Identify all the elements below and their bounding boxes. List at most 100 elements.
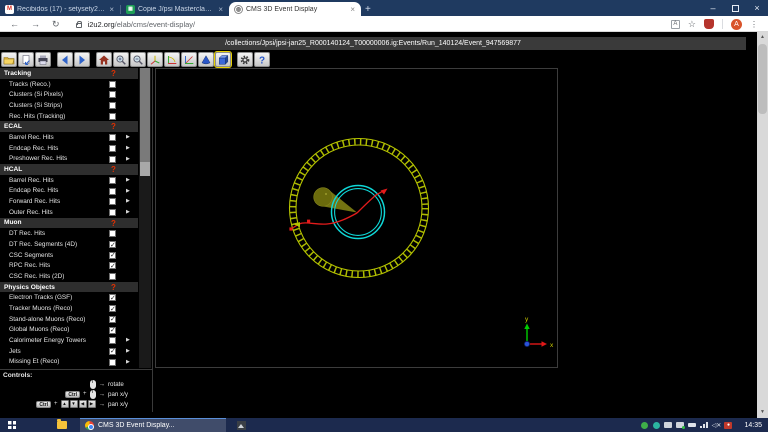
sidebar-row[interactable]: Global Muons (Reco) ? ▶ [0, 325, 138, 336]
reload-button[interactable]: ↻ [52, 19, 60, 30]
taskbar-clock[interactable]: 14:35 [744, 422, 762, 429]
visibility-checkbox[interactable] [109, 145, 116, 152]
expand-arrow-icon[interactable]: ▶ [126, 188, 130, 194]
previous-event-button[interactable] [57, 52, 73, 67]
expand-arrow-icon[interactable]: ▶ [126, 209, 130, 215]
zoom-out-button[interactable] [130, 52, 146, 67]
sidebar-row[interactable]: DT Rec. Segments (4D) ? ▶ [0, 239, 138, 250]
sidebar-row[interactable]: Rec. Hits (Tracking) ? ▶ [0, 111, 138, 122]
lock-icon[interactable] [76, 23, 82, 28]
scroll-up-icon[interactable]: ▲ [757, 32, 768, 43]
sidebar-row[interactable]: Outer Rec. Hits ? ▶ [0, 207, 138, 218]
section-help-icon[interactable]: ? [111, 219, 116, 228]
tab-sheets[interactable]: ▦ Copie J/psi Masterclass 2020 - H × [121, 2, 229, 16]
sidebar-row[interactable]: Tracking ? ▶ [0, 68, 138, 79]
page-scrollbar[interactable]: ▲ ▼ [757, 32, 768, 418]
forward-button[interactable]: → [31, 19, 40, 29]
minimize-button[interactable]: – [702, 0, 724, 16]
tab-cms-event-display[interactable]: ◍ CMS 3D Event Display × [229, 2, 361, 16]
expand-arrow-icon[interactable]: ▶ [126, 337, 130, 343]
visibility-checkbox[interactable] [109, 327, 116, 334]
tab-gmail[interactable]: M Recibidos (17) - setysety2424@g × [0, 2, 120, 16]
sidebar-row[interactable]: Physics Objects ? ▶ [0, 282, 138, 293]
visibility-checkbox[interactable] [109, 102, 116, 109]
sidebar-row[interactable]: Barrel Rec. Hits ? ▶ [0, 175, 138, 186]
photos-app-button[interactable] [230, 418, 252, 432]
sidebar-row[interactable]: Preshower Rec. Hits ? ▶ [0, 154, 138, 165]
visibility-checkbox[interactable] [109, 252, 116, 259]
sidebar-row[interactable]: HCAL ? ▶ [0, 164, 138, 175]
expand-arrow-icon[interactable]: ▶ [126, 156, 130, 162]
section-help-icon[interactable]: ? [111, 69, 116, 78]
visibility-checkbox[interactable] [109, 305, 116, 312]
close-window-button[interactable]: × [746, 0, 768, 16]
view-3d-axes-button[interactable] [147, 52, 163, 67]
expand-arrow-icon[interactable]: ▶ [126, 359, 130, 365]
sidebar-row[interactable]: Electron Tracks (GSF) ? ▶ [0, 292, 138, 303]
sidebar-scrollbar-thumb[interactable] [140, 68, 150, 162]
help-button[interactable]: ? [254, 52, 270, 67]
antivirus-tray-icon[interactable] [640, 421, 648, 429]
sidebar-row[interactable]: Missing Et (Reco) ? ▶ [0, 357, 138, 368]
adblock-extension-icon[interactable] [704, 19, 714, 29]
expand-arrow-icon[interactable]: ▶ [126, 177, 130, 183]
close-tab-icon[interactable]: × [217, 5, 224, 14]
sidebar-row[interactable]: CSC Segments ? ▶ [0, 250, 138, 261]
volume-muted-icon[interactable]: ◁✕ [712, 421, 720, 429]
visibility-checkbox[interactable] [109, 188, 116, 195]
visibility-checkbox[interactable] [109, 273, 116, 280]
sidebar-row[interactable]: Forward Rec. Hits ? ▶ [0, 196, 138, 207]
section-help-icon[interactable]: ? [111, 283, 116, 292]
sidebar-row[interactable]: Tracks (Reco.) ? ▶ [0, 79, 138, 90]
file-explorer-button[interactable] [50, 418, 74, 432]
view-solid-3d-button[interactable] [198, 52, 214, 67]
sidebar-row[interactable]: Stand-alone Muons (Reco) ? ▶ [0, 314, 138, 325]
url-field[interactable]: i2u2.org/elab/cms/event-display/ [88, 20, 196, 29]
sidebar-row[interactable]: Barrel Rec. Hits ? ▶ [0, 132, 138, 143]
settings-button[interactable] [237, 52, 253, 67]
visibility-checkbox[interactable] [109, 113, 116, 120]
zoom-in-button[interactable] [113, 52, 129, 67]
sidebar-row[interactable]: DT Rec. Hits ? ▶ [0, 228, 138, 239]
visibility-checkbox[interactable] [109, 134, 116, 141]
sidebar-row[interactable]: Endcap Rec. Hits ? ▶ [0, 186, 138, 197]
visibility-checkbox[interactable] [109, 91, 116, 98]
sidebar-row[interactable]: Calorimeter Energy Towers ? ▶ [0, 335, 138, 346]
profile-avatar[interactable]: A [731, 19, 742, 30]
visibility-checkbox[interactable] [109, 198, 116, 205]
bookmark-star-icon[interactable]: ☆ [688, 19, 696, 30]
sidebar-scrollbar[interactable] [139, 68, 151, 368]
expand-arrow-icon[interactable]: ▶ [126, 348, 130, 354]
sidebar-row[interactable]: Clusters (Si Pixels) ? ▶ [0, 89, 138, 100]
visibility-checkbox[interactable] [109, 209, 116, 216]
remote-access-tray-icon[interactable] [652, 421, 660, 429]
view-cube-3d-button[interactable] [215, 52, 231, 67]
sync-tray-icon[interactable] [676, 421, 684, 429]
visibility-checkbox[interactable] [109, 177, 116, 184]
sidebar-row[interactable]: CSC Rec. Hits (2D) ? ▶ [0, 271, 138, 282]
network-tray-icon[interactable] [700, 421, 708, 429]
view-rphi-button[interactable] [181, 52, 197, 67]
open-file-button[interactable] [1, 52, 17, 67]
maximize-button[interactable] [724, 0, 746, 16]
sidebar-row[interactable]: Clusters (Si Strips) ? ▶ [0, 100, 138, 111]
visibility-checkbox[interactable] [109, 294, 116, 301]
print-button[interactable] [35, 52, 51, 67]
sidebar-row[interactable]: RPC Rec. Hits ? ▶ [0, 260, 138, 271]
visibility-checkbox[interactable] [109, 262, 116, 269]
scrollbar-thumb[interactable] [758, 44, 767, 114]
translate-icon[interactable]: A [671, 20, 680, 29]
section-help-icon[interactable]: ? [111, 122, 116, 131]
event-display-canvas[interactable]: y x [155, 68, 558, 368]
taskbar-active-app[interactable]: CMS 3D Event Display... [80, 418, 226, 432]
expand-arrow-icon[interactable]: ▶ [126, 198, 130, 204]
chrome-menu-icon[interactable]: ⋮ [750, 20, 758, 29]
visibility-checkbox[interactable] [109, 359, 116, 366]
sidebar-row[interactable]: Muon ? ▶ [0, 218, 138, 229]
export-event-button[interactable] [18, 52, 34, 67]
view-rz-button[interactable] [164, 52, 180, 67]
visibility-checkbox[interactable] [109, 241, 116, 248]
expand-arrow-icon[interactable]: ▶ [126, 134, 130, 140]
display-tray-icon[interactable] [664, 421, 672, 429]
new-tab-button[interactable]: + [365, 4, 371, 15]
